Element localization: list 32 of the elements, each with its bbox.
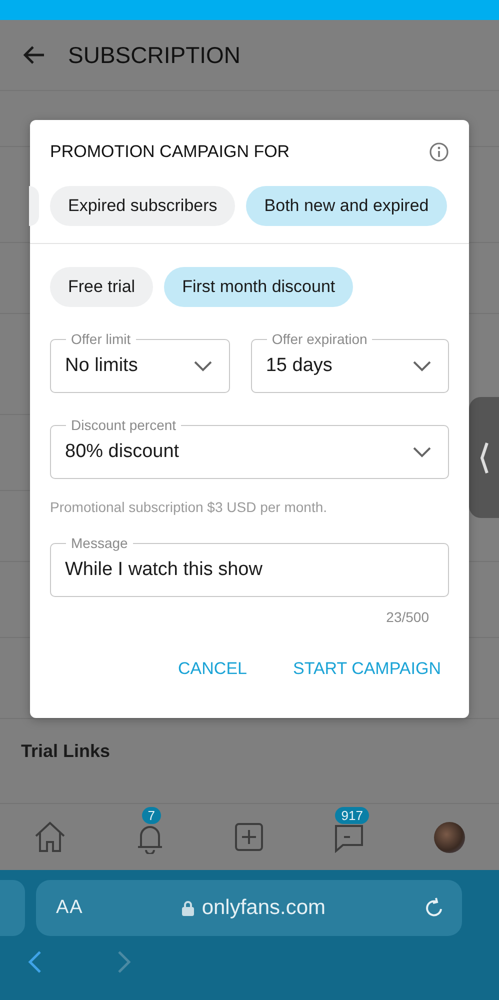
section-title: Trial Links — [21, 740, 112, 757]
chevron-down-icon — [192, 360, 213, 372]
text-size-button[interactable]: AA — [56, 897, 84, 919]
offer-type-chip[interactable]: Free trial — [50, 267, 154, 307]
count-badge: 7 — [142, 807, 161, 824]
info-icon[interactable] — [429, 142, 449, 162]
address-bar[interactable]: AA onlyfans.com — [36, 880, 462, 936]
forward-icon[interactable] — [117, 950, 131, 974]
dialog-title: PROMOTION CAMPAIGN FOR — [50, 142, 290, 162]
select-field[interactable]: Discount percent 80% discount — [50, 417, 449, 479]
count-badge: 917 — [335, 807, 369, 824]
page-title: SUBSCRIPTION — [68, 42, 241, 68]
url-text: onlyfans.com — [202, 896, 326, 920]
back-icon[interactable] — [28, 950, 42, 974]
home-icon[interactable] — [32, 821, 67, 853]
add-icon[interactable] — [234, 822, 264, 852]
character-counter: 23/500 — [386, 608, 430, 625]
chevron-down-icon — [412, 446, 432, 458]
chevron-down-icon — [412, 360, 432, 372]
offer-type-chip[interactable]: First month discount — [164, 267, 354, 307]
reload-icon[interactable] — [424, 897, 444, 919]
message-field[interactable]: Message While I watch this show — [50, 535, 449, 597]
select-field[interactable]: Offer limit No limits — [50, 331, 230, 393]
select-field[interactable]: Offer expiration 15 days — [250, 331, 449, 393]
audience-chip[interactable]: Both new and expired — [246, 186, 447, 226]
side-handle[interactable] — [469, 397, 499, 518]
back-arrow-icon[interactable] — [22, 45, 46, 65]
avatar[interactable] — [434, 822, 465, 852]
chevron-left-icon — [479, 440, 489, 474]
lock-icon — [182, 900, 194, 916]
audience-chip[interactable]: Expired subscribers — [50, 186, 236, 226]
helper-text: Promotional subscription $3 USD per month. — [49, 498, 328, 515]
